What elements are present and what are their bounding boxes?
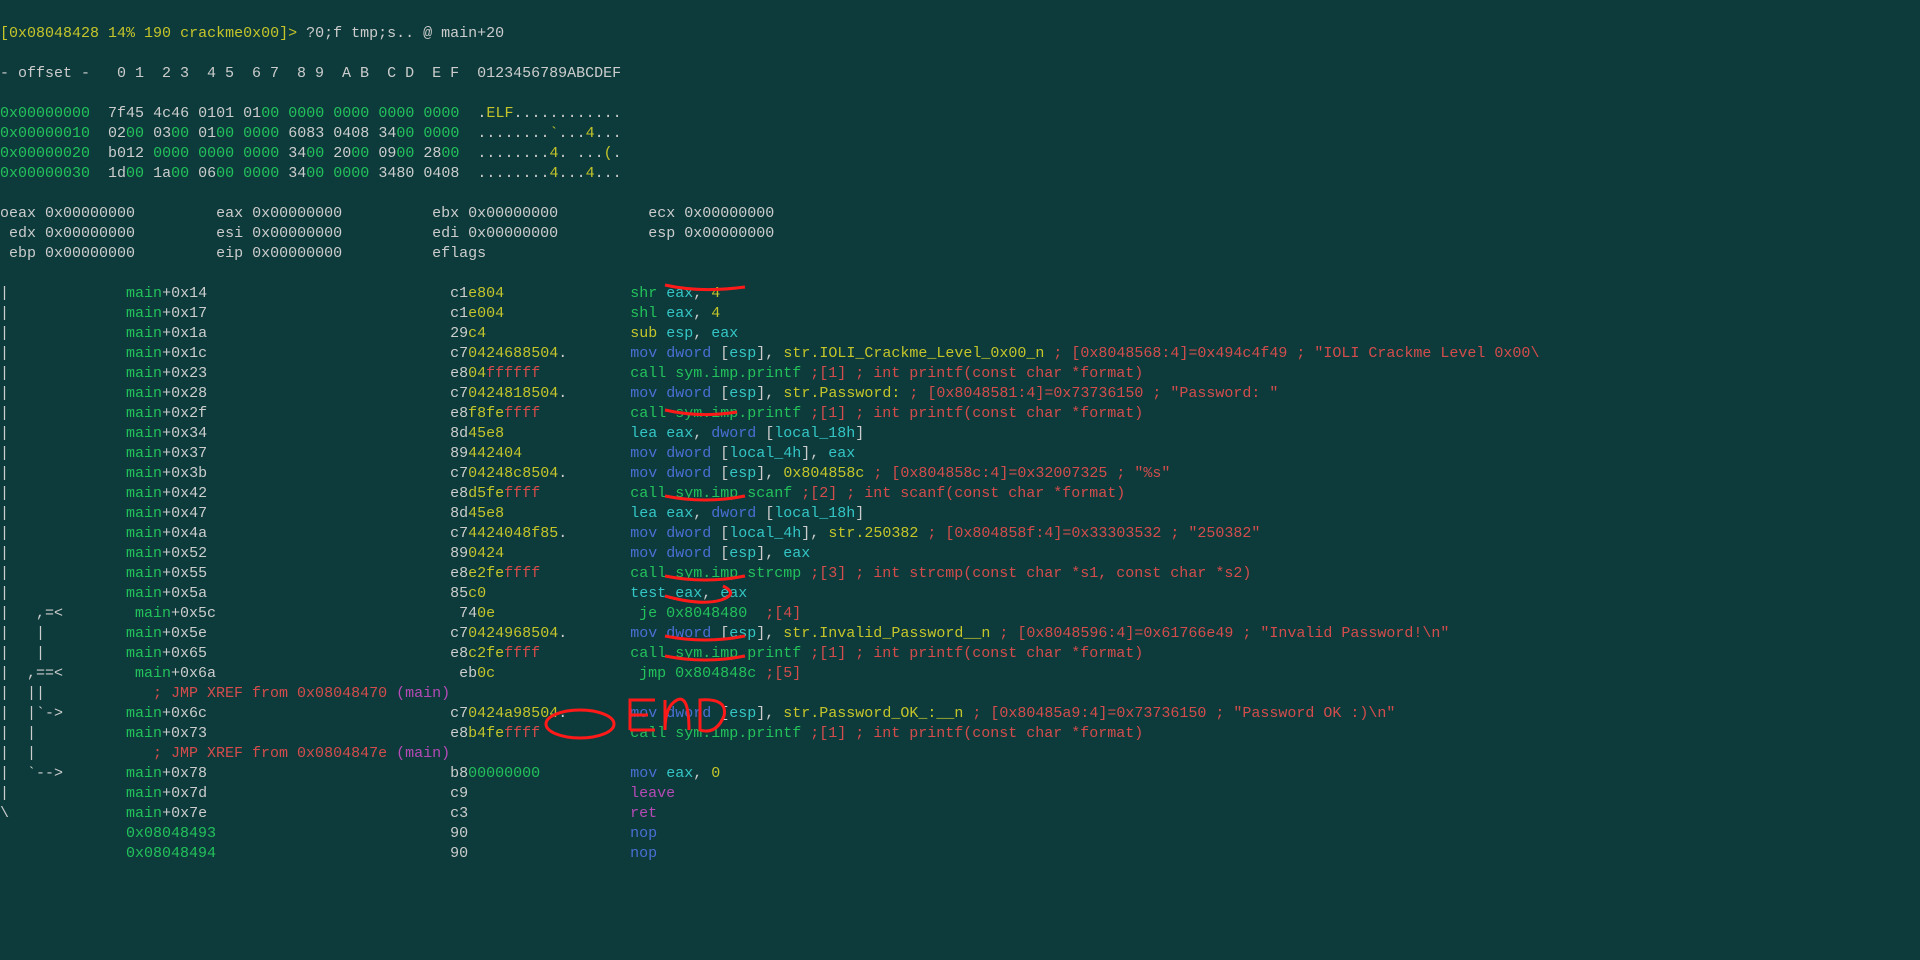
disasm-row: | || ; JMP XREF from 0x08048470 (main) (0, 684, 1920, 704)
prompt-line[interactable]: [0x08048428 14% 190 crackme0x00]> ?0;f t… (0, 24, 1920, 44)
disasm-row: | |`-> main+0x6c c70424a98504. mov dword… (0, 704, 1920, 724)
disasm-row: | main+0x14 c1e804 shr eax, 4 (0, 284, 1920, 304)
terminal[interactable]: [0x08048428 14% 190 crackme0x00]> ?0;f t… (0, 0, 1920, 884)
disasm-row: | | main+0x73 e8b4feffff call sym.imp.pr… (0, 724, 1920, 744)
reg-row: oeax 0x00000000 eax 0x00000000 ebx 0x000… (0, 204, 1920, 224)
disasm-row: | main+0x47 8d45e8 lea eax, dword [local… (0, 504, 1920, 524)
disasm-row: | | main+0x5e c70424968504. mov dword [e… (0, 624, 1920, 644)
reg-row: ebp 0x00000000 eip 0x00000000 eflags (0, 244, 1920, 264)
disasm-row: | main+0x42 e8d5feffff call sym.imp.scan… (0, 484, 1920, 504)
disasm-row: | main+0x1a 29c4 sub esp, eax (0, 324, 1920, 344)
hex-row: 0x00000000 7f45 4c46 0101 0100 0000 0000… (0, 104, 1920, 124)
disasm-row: | main+0x55 e8e2feffff call sym.imp.strc… (0, 564, 1920, 584)
disasm-row: | main+0x28 c70424818504. mov dword [esp… (0, 384, 1920, 404)
prompt-name: crackme0x00]> (171, 25, 297, 42)
disasm-row: | main+0x2f e8f8feffff call sym.imp.prin… (0, 404, 1920, 424)
disasm-row: | `--> main+0x78 b800000000 mov eax, 0 (0, 764, 1920, 784)
disasm-row: | | ; JMP XREF from 0x0804847e (main) (0, 744, 1920, 764)
hex-header: - offset - 0 1 2 3 4 5 6 7 8 9 A B C D E… (0, 64, 1920, 84)
disasm-row: | main+0x4a c74424048f85. mov dword [loc… (0, 524, 1920, 544)
prompt-num: 190 (135, 25, 171, 42)
prompt-addr: [0x08048428 (0, 25, 99, 42)
disasm-row: | main+0x1c c70424688504. mov dword [esp… (0, 344, 1920, 364)
hex-row: 0x00000030 1d00 1a00 0600 0000 3400 0000… (0, 164, 1920, 184)
disasm-row: | main+0x7d c9 leave (0, 784, 1920, 804)
disasm-row: | main+0x37 89442404 mov dword [local_4h… (0, 444, 1920, 464)
disasm-row: | ,=< main+0x5c 740e je 0x8048480 ;[4] (0, 604, 1920, 624)
disasm-row: | main+0x34 8d45e8 lea eax, dword [local… (0, 424, 1920, 444)
disasm-row: 0x08048493 90 nop (0, 824, 1920, 844)
disasm-row: | main+0x3b c704248c8504. mov dword [esp… (0, 464, 1920, 484)
hex-row: 0x00000010 0200 0300 0100 0000 6083 0408… (0, 124, 1920, 144)
disasm-row: | main+0x52 890424 mov dword [esp], eax (0, 544, 1920, 564)
disasm-row: | main+0x5a 85c0 test eax, eax (0, 584, 1920, 604)
disasm-row: | ,==< main+0x6a eb0c jmp 0x804848c ;[5] (0, 664, 1920, 684)
disasm-row: | main+0x23 e804ffffff call sym.imp.prin… (0, 364, 1920, 384)
disasm-row: 0x08048494 90 nop (0, 844, 1920, 864)
prompt-pct: 14% (99, 25, 135, 42)
prompt-cmd[interactable]: ?0;f tmp;s.. @ main+20 (297, 25, 504, 42)
hex-row: 0x00000020 b012 0000 0000 0000 3400 2000… (0, 144, 1920, 164)
disasm-row: | main+0x17 c1e004 shl eax, 4 (0, 304, 1920, 324)
disasm-row: | | main+0x65 e8c2feffff call sym.imp.pr… (0, 644, 1920, 664)
reg-row: edx 0x00000000 esi 0x00000000 edi 0x0000… (0, 224, 1920, 244)
disasm-row: \ main+0x7e c3 ret (0, 804, 1920, 824)
